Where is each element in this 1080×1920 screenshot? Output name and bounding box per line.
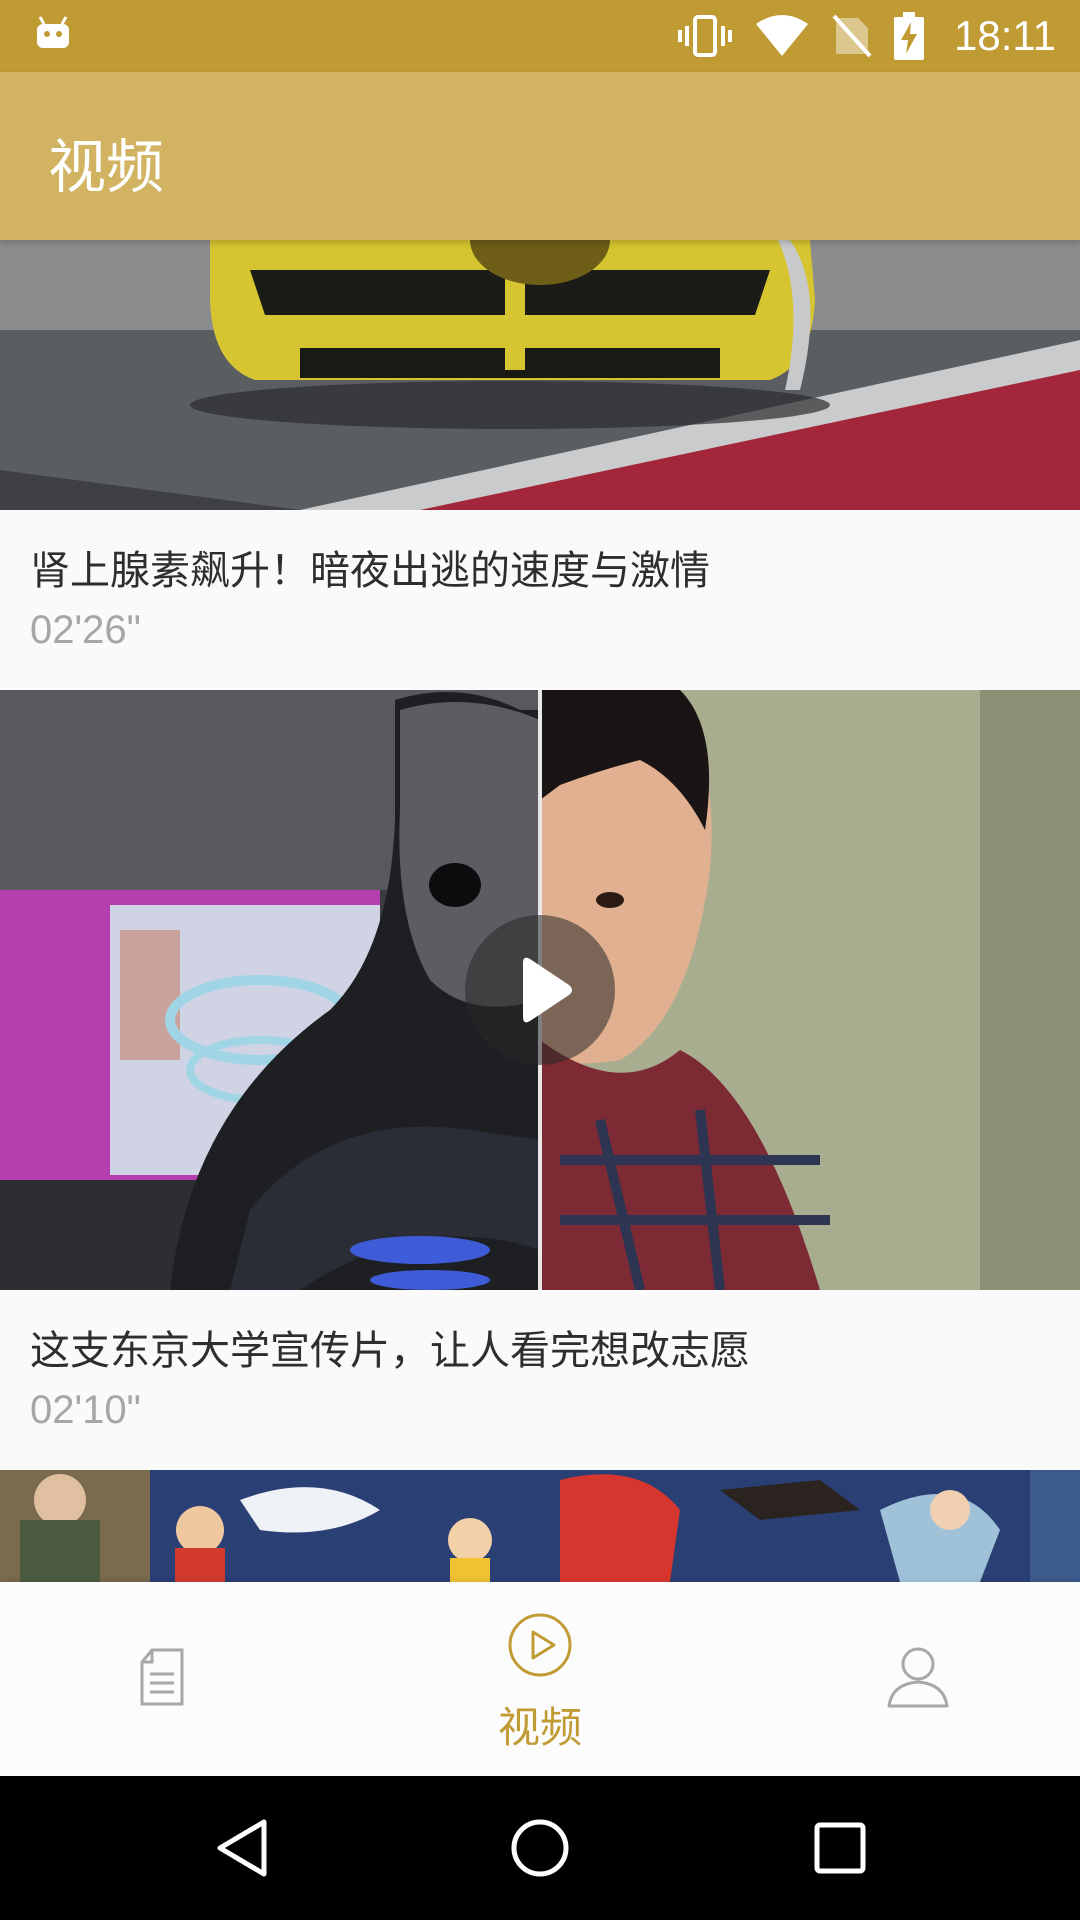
video-duration: 02'26" [30, 608, 141, 652]
nav-label-active: 视频 [497, 1703, 582, 1752]
video-thumbnail-3[interactable] [0, 1470, 1080, 1582]
person-icon [887, 1647, 949, 1708]
battery-charging-icon [894, 12, 924, 60]
nav-tab-articles[interactable] [0, 1582, 360, 1776]
video-title: 这支东京大学宣传片，让人看完想改志愿 [30, 1328, 750, 1374]
video-title: 肾上腺素飙升！暗夜出逃的速度与激情 [30, 548, 710, 594]
car-thumbnail-image [0, 240, 1080, 510]
video-card-2[interactable]: 这支东京大学宣传片，让人看完想改志愿 02'10" [0, 1290, 1080, 1470]
recents-icon[interactable] [814, 1822, 866, 1874]
wifi-icon [756, 15, 808, 56]
video-feed[interactable]: 肾上腺素飙升！暗夜出逃的速度与激情 02'26" 这支东京大学宣传片，让人看完想… [0, 240, 1080, 1582]
android-debug-icon [37, 16, 69, 48]
play-button[interactable] [465, 915, 615, 1065]
system-navigation-bar [0, 1776, 1080, 1920]
play-icon [523, 957, 572, 1023]
status-time: 18:11 [954, 12, 1056, 59]
home-icon[interactable] [510, 1818, 570, 1878]
video-duration: 02'10" [30, 1388, 141, 1432]
nav-tab-profile[interactable] [720, 1582, 1080, 1776]
nav-tab-videos[interactable]: 视频 [360, 1582, 720, 1776]
video-thumbnail-2[interactable] [0, 690, 1080, 1290]
no-sim-icon [832, 14, 872, 58]
status-bar: 18:11 [0, 0, 1080, 72]
article-icon [140, 1648, 184, 1706]
anime-collage-thumbnail-image [0, 1470, 1080, 1582]
back-icon[interactable] [214, 1818, 270, 1878]
play-circle-icon [508, 1613, 572, 1677]
page-title: 视频 [48, 133, 165, 201]
app-bar: 视频 [0, 72, 1080, 240]
video-card-1[interactable]: 肾上腺素飙升！暗夜出逃的速度与激情 02'26" [0, 510, 1080, 690]
video-thumbnail-1[interactable] [0, 240, 1080, 510]
vibrate-icon [678, 15, 732, 57]
bottom-navigation: 视频 [0, 1582, 1080, 1776]
